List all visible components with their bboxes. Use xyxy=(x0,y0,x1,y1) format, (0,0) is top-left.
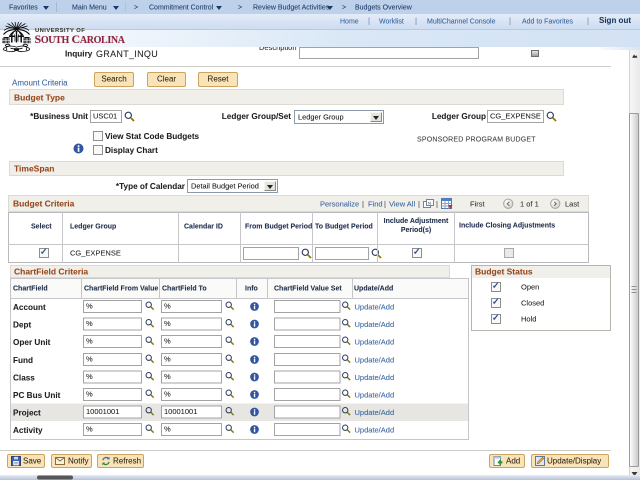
svg-text:N: N xyxy=(428,201,431,206)
